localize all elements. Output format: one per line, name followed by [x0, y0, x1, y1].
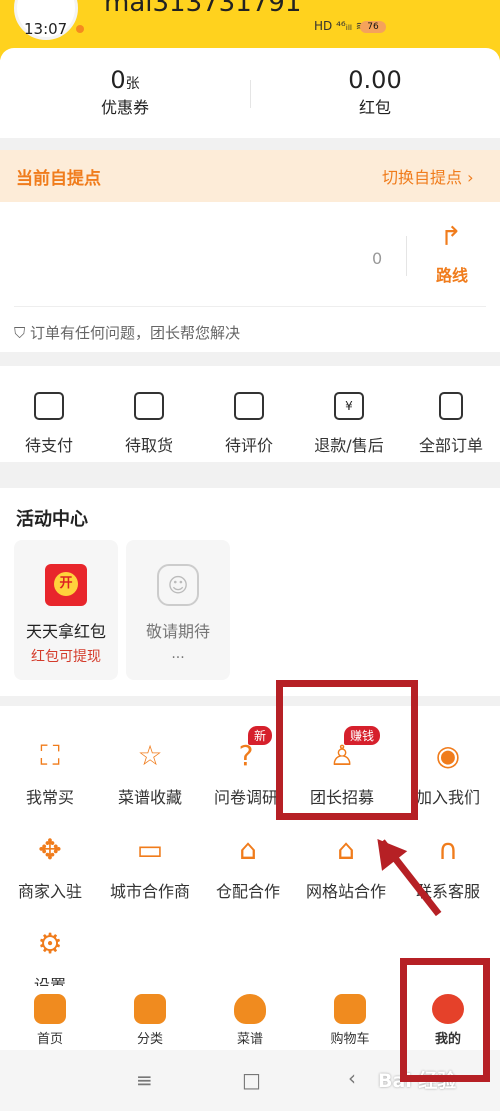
briefcase-icon: ▭: [136, 833, 164, 866]
activity-coming-soon: ☺ 敬请期待 ...: [126, 540, 230, 680]
service-label: 菜谱收藏: [117, 788, 182, 807]
nav-category[interactable]: 分类: [100, 994, 200, 1047]
order-pending-review[interactable]: 待评价: [204, 392, 294, 456]
order-label: 待取货: [124, 436, 173, 455]
nav-cart[interactable]: 购物车: [300, 994, 400, 1047]
cart-icon: [334, 994, 366, 1024]
service-label: 仓配合作: [215, 882, 280, 901]
activity-name: 敬请期待: [145, 622, 210, 641]
service-frequent-buy[interactable]: ⛶ 我常买: [0, 738, 100, 808]
service-recipe-favorites[interactable]: ☆ 菜谱收藏: [100, 738, 200, 808]
highlight-frame: [400, 958, 490, 1082]
service-warehouse[interactable]: ⌂ 仓配合作: [198, 832, 298, 902]
open-icon-text: 开: [54, 572, 78, 596]
signal-icon: HD ⁴⁶ᵢₗₗ ≋: [314, 19, 366, 33]
activity-name: 天天拿红包: [25, 622, 106, 641]
handshake-icon: ✥: [38, 833, 62, 866]
comment-icon: [234, 392, 264, 420]
warehouse-icon: ⌂: [239, 833, 257, 866]
coupons-label: 优惠券: [100, 98, 149, 117]
service-label: 网格站合作: [305, 882, 386, 901]
bowl-icon: [234, 994, 266, 1024]
bag-icon: ⛶: [40, 739, 60, 772]
order-pending-pickup[interactable]: 待取货: [104, 392, 194, 456]
join-icon: ◉: [435, 739, 461, 772]
highlight-frame: [276, 680, 418, 820]
coupons-unit: 张: [125, 76, 140, 92]
redpacket-value: 0.00: [348, 66, 402, 94]
headset-icon: ∩: [437, 833, 459, 866]
coupons-item[interactable]: 0张 优惠券: [0, 66, 250, 118]
activity-sub: 红包可提现: [31, 649, 101, 665]
wallet-icon: [34, 392, 64, 420]
battery-icon: 76: [360, 21, 386, 33]
nav-label: 首页: [36, 1032, 63, 1047]
nav-label: 菜谱: [236, 1032, 263, 1047]
refund-icon: ¥: [334, 392, 364, 420]
back-icon[interactable]: ‹: [348, 1066, 356, 1090]
activity-sub: ...: [171, 646, 185, 662]
service-customer-service[interactable]: ∩ 联系客服: [398, 832, 498, 902]
package-icon: [134, 392, 164, 420]
pickup-title: 当前自提点: [16, 169, 101, 189]
order-pending-payment[interactable]: 待支付: [4, 392, 94, 456]
category-icon: [134, 994, 166, 1024]
username: mal313731791: [104, 0, 302, 18]
activity-title: 活动中心: [16, 509, 88, 530]
divider: [14, 306, 486, 307]
service-merchant[interactable]: ✥ 商家入驻: [0, 832, 100, 902]
service-city-partner[interactable]: ▭ 城市合作商: [100, 832, 200, 902]
shield-icon: ⛉: [14, 324, 31, 342]
service-label: 商家入驻: [17, 882, 82, 901]
order-bar: 待支付 待取货 待评价 ¥ 退款/售后 全部订单: [0, 366, 500, 462]
service-label: 我常买: [25, 788, 74, 807]
redpacket-item[interactable]: 0.00 红包: [250, 66, 500, 118]
service-label: 城市合作商: [109, 882, 190, 901]
redpacket-label: 红包: [358, 98, 391, 117]
new-badge: 新: [248, 726, 273, 745]
menu-icon[interactable]: ≡: [136, 1068, 153, 1092]
notification-dot-icon: [76, 25, 84, 33]
nav-home[interactable]: 首页: [0, 994, 100, 1047]
order-label: 全部订单: [418, 436, 483, 455]
activity-redpacket[interactable]: 开 天天拿红包 红包可提现: [14, 540, 118, 680]
order-label: 退款/售后: [314, 436, 384, 455]
home-icon: [34, 994, 66, 1024]
guarantee-label: 订单有任何问题，团长帮您解决: [30, 324, 241, 342]
guarantee-text: ⛉ 订单有任何问题，团长帮您解决: [14, 322, 240, 343]
settings-icon: ⚙: [37, 927, 63, 960]
redpacket-icon: 开: [45, 564, 87, 606]
nav-label: 购物车: [330, 1032, 370, 1047]
switch-pickup-link[interactable]: 切换自提点 ›: [382, 164, 474, 188]
nav-label: 分类: [136, 1032, 163, 1047]
route-icon[interactable]: ↱: [440, 222, 462, 252]
order-label: 待评价: [224, 436, 273, 455]
star-icon: ☆: [137, 739, 163, 772]
route-button[interactable]: 路线: [436, 262, 468, 286]
order-all[interactable]: 全部订单: [406, 392, 496, 456]
wallet-card: 0张 优惠券 0.00 红包: [0, 48, 500, 138]
divider: [406, 236, 407, 276]
order-label: 待支付: [24, 436, 73, 455]
status-time: 13:07: [24, 20, 68, 38]
order-refund[interactable]: ¥ 退款/售后: [304, 392, 394, 456]
coupons-value: 0: [110, 66, 126, 94]
placeholder-icon: ☺: [157, 564, 199, 606]
list-icon: [439, 392, 463, 420]
grid-station-icon: ⌂: [337, 833, 355, 866]
home-button-icon[interactable]: □: [242, 1068, 261, 1092]
pickup-count: 0: [372, 249, 383, 268]
nav-recipes[interactable]: 菜谱: [200, 994, 300, 1047]
